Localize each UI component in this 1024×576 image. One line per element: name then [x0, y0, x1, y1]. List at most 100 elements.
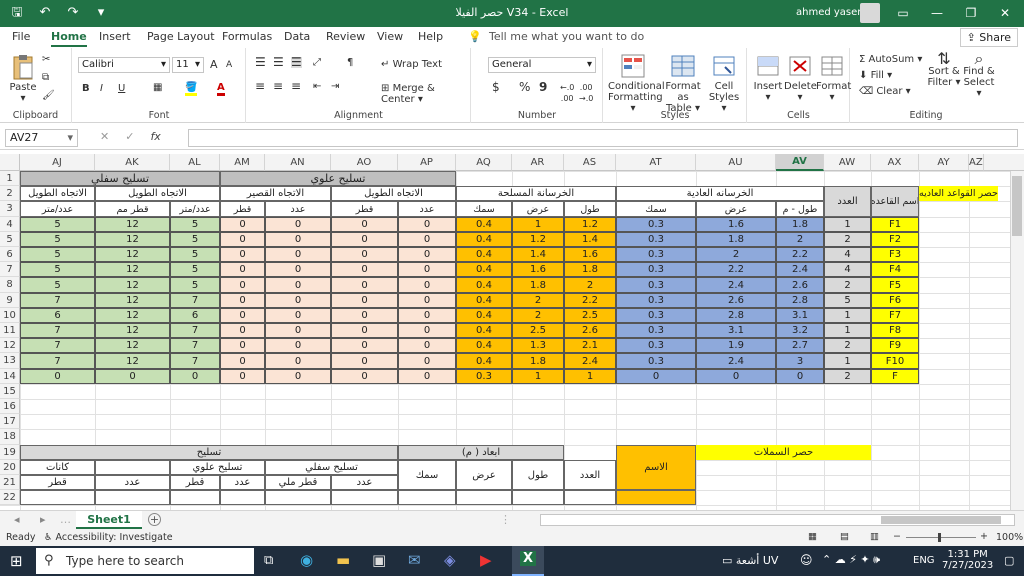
row-header-8[interactable]: 8: [0, 277, 20, 293]
tab-home[interactable]: Home: [51, 30, 87, 47]
percent-button[interactable]: %: [519, 81, 530, 93]
data-cell[interactable]: 0.3: [616, 338, 696, 353]
data-cell[interactable]: 0: [220, 353, 265, 369]
data-cell[interactable]: 0: [220, 369, 265, 384]
decrease-indent-icon[interactable]: ⇤: [313, 81, 321, 92]
insert-function-icon[interactable]: fx: [150, 130, 160, 143]
sort-filter-button[interactable]: ⇅ Sort & Filter ▾: [927, 51, 961, 89]
redo-icon[interactable]: ↷: [62, 4, 84, 22]
data-cell[interactable]: 0: [331, 262, 398, 277]
column-header-an[interactable]: AN: [265, 154, 331, 171]
data-cell[interactable]: 12: [95, 262, 170, 277]
rtl-icon[interactable]: ¶: [347, 57, 353, 68]
tab-page-layout[interactable]: Page Layout: [147, 30, 215, 43]
notifications-icon[interactable]: ▢: [1004, 554, 1014, 567]
data-cell[interactable]: 5: [170, 277, 220, 293]
data-cell[interactable]: 1.9: [696, 338, 776, 353]
data-cell[interactable]: 12: [95, 293, 170, 308]
column-header-ar[interactable]: AR: [512, 154, 564, 171]
data-cell[interactable]: 1: [512, 369, 564, 384]
data-cell[interactable]: 7: [170, 293, 220, 308]
align-center-icon[interactable]: ≡: [273, 80, 283, 92]
data-cell[interactable]: 2: [824, 369, 871, 384]
data-cell[interactable]: 2.4: [696, 277, 776, 293]
vertical-scrollbar-thumb[interactable]: [1012, 176, 1022, 236]
input-language[interactable]: ENG: [913, 555, 935, 566]
data-cell[interactable]: 1.8: [776, 217, 824, 232]
data-cell[interactable]: 0.3: [456, 369, 512, 384]
fill-color-icon[interactable]: 🪣: [185, 82, 198, 96]
data-cell[interactable]: 0: [331, 217, 398, 232]
top-align-icon[interactable]: ☰: [255, 56, 266, 68]
data-cell[interactable]: 7: [170, 338, 220, 353]
data-cell[interactable]: 2.7: [776, 338, 824, 353]
data-cell[interactable]: 3.2: [776, 323, 824, 338]
data-cell[interactable]: 1.8: [696, 232, 776, 247]
data-cell[interactable]: 1.4: [564, 232, 616, 247]
data-cell[interactable]: 1.6: [564, 247, 616, 262]
data-cell[interactable]: 0: [220, 277, 265, 293]
data-cell[interactable]: 5: [20, 232, 95, 247]
tray-icons[interactable]: ⌃ ☁ ⚡ ✦ 🕪: [822, 553, 880, 567]
data-cell[interactable]: 0.3: [616, 217, 696, 232]
align-right-icon[interactable]: ≡: [291, 80, 301, 92]
data-cell[interactable]: 12: [95, 232, 170, 247]
data-cell[interactable]: 5: [824, 293, 871, 308]
data-cell[interactable]: 7: [20, 338, 95, 353]
font-color-icon[interactable]: A: [217, 82, 225, 96]
page-break-view-icon[interactable]: ▥: [870, 531, 879, 542]
tell-me-search[interactable]: Tell me what you want to do: [489, 30, 644, 43]
data-cell[interactable]: 0: [220, 308, 265, 323]
data-cell[interactable]: 0: [331, 232, 398, 247]
data-cell[interactable]: 0: [220, 247, 265, 262]
zoom-out-icon[interactable]: −: [893, 531, 901, 542]
data-cell[interactable]: 0: [398, 232, 456, 247]
data-cell[interactable]: 0.3: [616, 323, 696, 338]
copy-icon[interactable]: ⧉: [42, 72, 49, 83]
data-cell[interactable]: 1: [824, 323, 871, 338]
scrollbar-thumb[interactable]: [881, 516, 1001, 524]
data-cell[interactable]: 5: [170, 232, 220, 247]
data-cell[interactable]: 1: [824, 353, 871, 369]
excel-taskbar-button[interactable]: X: [512, 546, 544, 576]
data-cell[interactable]: 0: [265, 353, 331, 369]
data-cell[interactable]: 0: [95, 369, 170, 384]
data-cell[interactable]: 7: [170, 323, 220, 338]
data-cell[interactable]: 0: [220, 217, 265, 232]
formula-input[interactable]: [188, 129, 1018, 147]
tab-review[interactable]: Review: [326, 30, 365, 43]
data-cell[interactable]: 0: [265, 217, 331, 232]
row-header-9[interactable]: 9: [0, 293, 20, 308]
increase-decimal-icon[interactable]: ←.0.00: [560, 82, 574, 104]
row-header-2[interactable]: 2: [0, 186, 20, 201]
cut-icon[interactable]: ✂: [42, 54, 50, 65]
data-cell[interactable]: 0: [331, 353, 398, 369]
row-header-20[interactable]: 20: [0, 460, 20, 475]
zoom-slider-thumb[interactable]: [938, 533, 941, 542]
select-all-corner[interactable]: [0, 154, 20, 171]
user-name[interactable]: ahmed yaser: [796, 7, 861, 18]
row-header-5[interactable]: 5: [0, 232, 20, 247]
data-cell[interactable]: 12: [95, 323, 170, 338]
data-cell[interactable]: 0: [398, 262, 456, 277]
merge-center-button[interactable]: ⊞ Merge & Center ▾: [381, 83, 470, 105]
find-select-button[interactable]: ⌕ Find & Select ▾: [961, 51, 997, 100]
data-cell[interactable]: 2: [824, 277, 871, 293]
data-cell[interactable]: 1.8: [512, 277, 564, 293]
row-header-7[interactable]: 7: [0, 262, 20, 277]
data-cell[interactable]: 1: [564, 369, 616, 384]
row-header-3[interactable]: 3: [0, 201, 20, 217]
data-cell[interactable]: 0: [220, 323, 265, 338]
data-cell[interactable]: 0.4: [456, 262, 512, 277]
data-cell[interactable]: 0: [265, 323, 331, 338]
data-cell[interactable]: 2: [512, 293, 564, 308]
ribbon-display-options-icon[interactable]: ▭: [886, 0, 920, 27]
mail-icon[interactable]: ✉: [408, 551, 421, 569]
data-cell[interactable]: 0: [331, 277, 398, 293]
data-cell[interactable]: 2.2: [776, 247, 824, 262]
comma-button[interactable]: 9: [539, 81, 547, 93]
data-cell[interactable]: 2.4: [696, 353, 776, 369]
data-cell[interactable]: 0.3: [616, 277, 696, 293]
format-as-table-button[interactable]: Format as Table ▾: [662, 53, 704, 114]
data-cell[interactable]: 0.4: [456, 308, 512, 323]
